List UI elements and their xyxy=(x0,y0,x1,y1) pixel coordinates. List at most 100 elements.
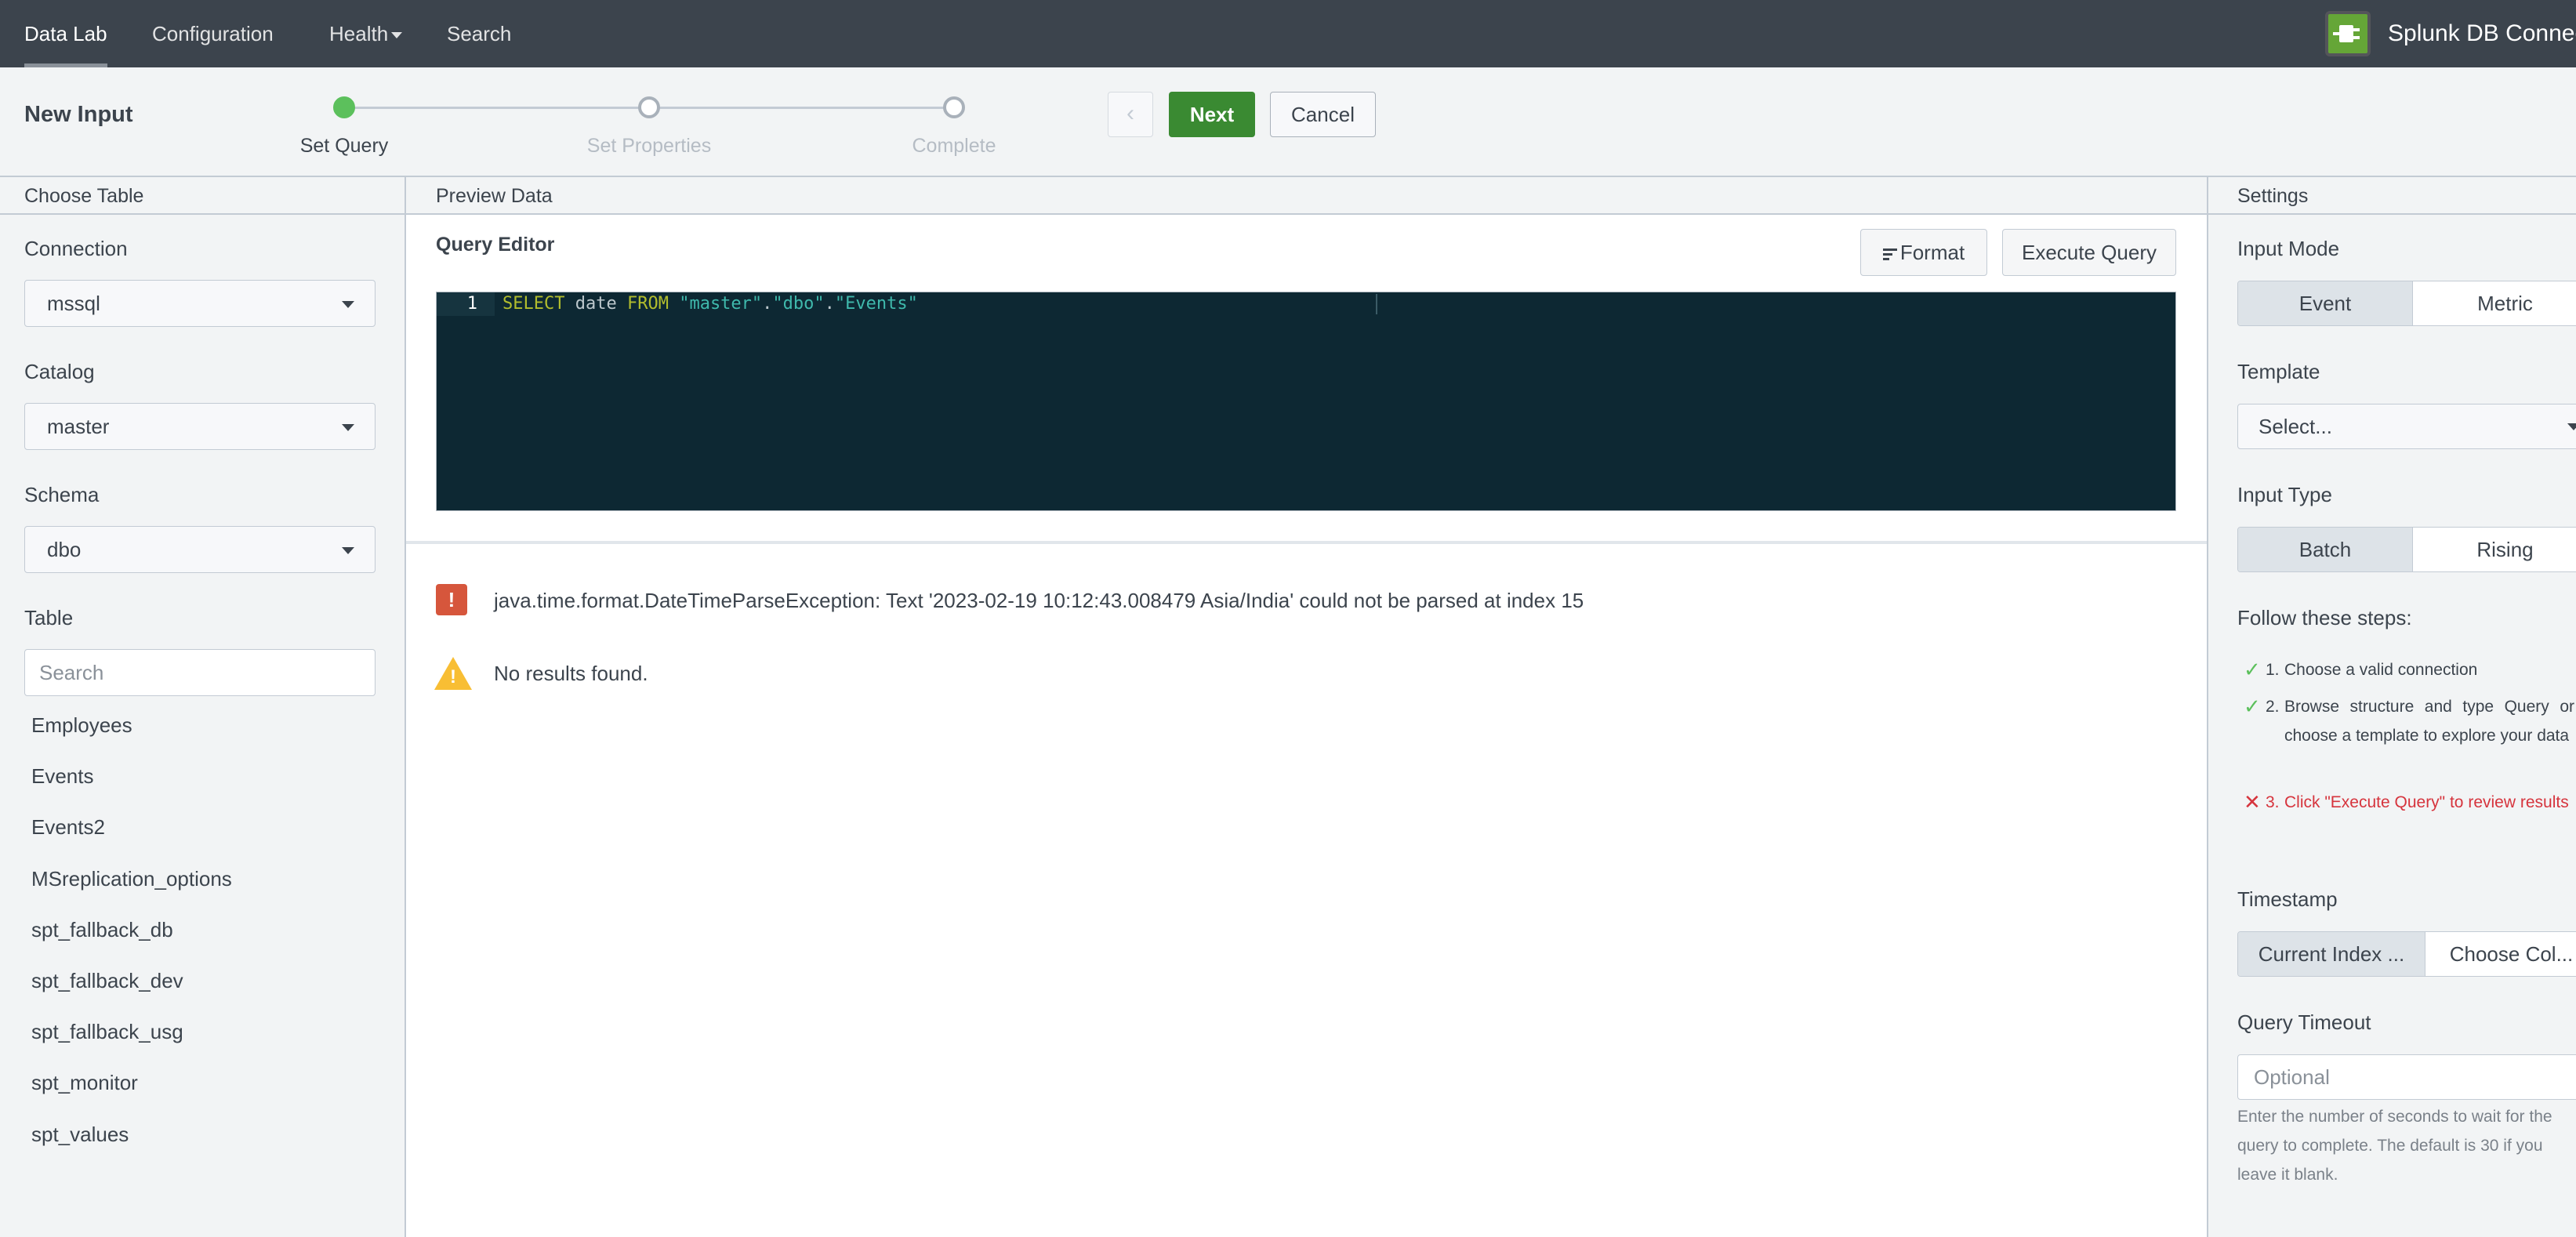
sql-keyword: FROM xyxy=(626,294,669,314)
warning-mark: ! xyxy=(450,666,456,687)
input-type-batch[interactable]: Batch xyxy=(2238,528,2412,571)
step-text: Browse structure and type Query or choos… xyxy=(2284,698,2574,745)
line-number: 1 xyxy=(437,292,495,316)
step-item: ✓ 2. Browse structure and type Query or … xyxy=(2237,692,2574,750)
table-list-item[interactable]: spt_fallback_usg xyxy=(31,1020,183,1044)
query-editor[interactable]: 1 SELECT date FROM "master"."dbo"."Event… xyxy=(436,292,2176,511)
execute-query-button[interactable]: Execute Query xyxy=(2002,229,2176,276)
next-button[interactable]: Next xyxy=(1169,92,1255,137)
sql-string: "dbo" xyxy=(772,294,825,314)
table-list-item[interactable]: spt_monitor xyxy=(31,1071,138,1095)
app-title: Splunk DB Connect xyxy=(2388,20,2576,46)
step-label-set-properties: Set Properties xyxy=(586,135,712,157)
sql-punctuation: . xyxy=(824,294,835,314)
format-label: Format xyxy=(1899,241,1965,264)
catalog-select[interactable]: master xyxy=(24,403,376,450)
step-connector xyxy=(649,107,955,109)
top-nav-bar: Data Lab Configuration Health Search Spl… xyxy=(0,0,2576,67)
caret-down-icon xyxy=(342,424,354,431)
steps-label: Follow these steps: xyxy=(2237,606,2412,629)
panel-header-choose-table: Choose Table xyxy=(0,177,405,215)
catalog-label: Catalog xyxy=(24,360,95,383)
input-mode-label: Input Mode xyxy=(2237,237,2340,260)
query-timeout-input[interactable] xyxy=(2237,1054,2576,1100)
connection-select[interactable]: mssql xyxy=(24,280,376,327)
input-type-toggle: Batch Rising xyxy=(2237,527,2576,572)
catalog-value: master xyxy=(47,415,110,438)
format-button[interactable]: Format xyxy=(1860,229,1987,276)
nav-health-label: Health xyxy=(329,22,389,45)
step-item: ✓ 1. Choose a valid connection xyxy=(2237,655,2574,684)
step-text: Choose a valid connection xyxy=(2284,661,2478,679)
table-list-item[interactable]: Events xyxy=(31,764,94,789)
table-list-item[interactable]: Events2 xyxy=(31,815,105,840)
table-list-item[interactable]: spt_fallback_dev xyxy=(31,969,183,993)
query-editor-title: Query Editor xyxy=(436,234,555,256)
results-divider xyxy=(406,541,2207,544)
panel-header-preview-data: Preview Data xyxy=(406,177,2207,215)
input-type-rising[interactable]: Rising xyxy=(2412,528,2576,571)
sql-string: "Events" xyxy=(834,294,918,314)
table-list-item[interactable]: spt_values xyxy=(31,1123,129,1147)
error-x-icon: ✕ xyxy=(2244,790,2261,814)
step-label-complete: Complete xyxy=(912,135,996,157)
preview-data-panel: Preview Data Query Editor Format Execute… xyxy=(406,177,2208,1237)
input-mode-metric[interactable]: Metric xyxy=(2412,281,2576,325)
table-search-input[interactable] xyxy=(24,649,376,696)
table-list-item[interactable]: spt_fallback_db xyxy=(31,918,173,942)
step-indicator-complete xyxy=(943,96,965,118)
connection-label: Connection xyxy=(24,237,128,260)
settings-panel: Settings Input Mode Event Metric Templat… xyxy=(2208,177,2576,1237)
sql-string: "master" xyxy=(679,294,763,314)
previous-button[interactable]: ‹ xyxy=(1108,92,1153,137)
template-select[interactable]: Select... xyxy=(2237,404,2576,449)
sql-keyword: SELECT xyxy=(503,294,565,314)
table-list-item[interactable]: MSreplication_options xyxy=(31,867,232,891)
caret-down-icon xyxy=(391,32,403,39)
sql-identifier: date xyxy=(564,294,627,314)
input-mode-event[interactable]: Event xyxy=(2238,281,2412,325)
template-label: Template xyxy=(2237,360,2320,383)
step-number: 1. xyxy=(2266,661,2280,679)
step-text: Click "Execute Query" to review results xyxy=(2284,793,2569,811)
wizard-bar: New Input Set Query Set Properties Compl… xyxy=(0,67,2576,177)
error-message: java.time.format.DateTimeParseException:… xyxy=(494,589,1584,612)
timestamp-current-index[interactable]: Current Index ... xyxy=(2238,932,2425,976)
step-item: ✕ 3. Click "Execute Query" to review res… xyxy=(2237,788,2574,817)
nav-data-lab[interactable]: Data Lab xyxy=(24,0,107,67)
input-mode-toggle: Event Metric xyxy=(2237,281,2576,326)
schema-select[interactable]: dbo xyxy=(24,526,376,573)
sql-punctuation: . xyxy=(762,294,773,314)
timestamp-toggle: Current Index ... Choose Col... xyxy=(2237,931,2576,977)
input-type-label: Input Type xyxy=(2237,483,2332,506)
caret-down-icon xyxy=(342,547,354,554)
check-icon: ✓ xyxy=(2244,658,2261,681)
table-label: Table xyxy=(24,606,74,629)
panel-header-settings: Settings xyxy=(2208,177,2576,215)
schema-label: Schema xyxy=(24,483,100,506)
table-list-item[interactable]: Employees xyxy=(31,713,132,738)
text-cursor xyxy=(1376,294,1377,314)
step-indicator-set-properties xyxy=(638,96,660,118)
cancel-button[interactable]: Cancel xyxy=(1270,92,1376,137)
query-timeout-help: Enter the number of seconds to wait for … xyxy=(2237,1108,2552,1184)
plug-icon xyxy=(2325,11,2371,56)
schema-value: dbo xyxy=(47,538,82,561)
timestamp-choose-column[interactable]: Choose Col... xyxy=(2425,932,2576,976)
nav-health[interactable]: Health xyxy=(329,0,403,67)
step-number: 3. xyxy=(2266,793,2280,811)
query-timeout-label: Query Timeout xyxy=(2237,1010,2371,1034)
error-icon: ! xyxy=(436,584,467,615)
connection-value: mssql xyxy=(47,292,100,315)
timestamp-label: Timestamp xyxy=(2237,887,2338,911)
nav-configuration[interactable]: Configuration xyxy=(152,0,274,67)
code-line: SELECT date FROM "master"."dbo"."Events" xyxy=(503,292,918,316)
format-lines-icon xyxy=(1882,231,1897,277)
step-indicator-set-query xyxy=(333,96,355,118)
check-icon: ✓ xyxy=(2244,695,2261,718)
step-connector xyxy=(345,107,649,109)
page-title: New Input xyxy=(24,102,133,127)
nav-search[interactable]: Search xyxy=(447,0,511,67)
template-placeholder: Select... xyxy=(2259,415,2332,438)
warning-message: No results found. xyxy=(494,662,648,685)
